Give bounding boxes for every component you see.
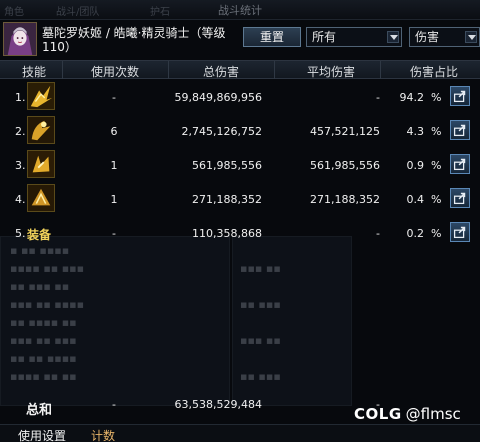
damage-share: 4.3 [406,125,425,138]
table-header: 技能 使用次数 总伤害 平均伤害 伤害占比 [0,60,480,79]
window-title: 战斗统计 [218,4,262,17]
watermark: COLG @flmsc [354,405,461,423]
total-damage: 561,985,556 [192,159,262,172]
filter-select-value: 所有 [312,30,337,44]
average-damage: 271,188,352 [310,193,380,206]
use-count: 6 [110,125,118,138]
skill-icon-4 [27,184,55,212]
use-count: 1 [110,193,118,206]
skill-icon-2 [27,116,55,144]
average-damage: - [376,227,380,240]
average-damage: - [376,91,380,104]
table-row: 1. - 59,849,869,956 - 94.2 % [0,80,480,114]
column-header-share: 伤害占比 [409,65,458,79]
percent-unit: % [431,91,442,104]
character-name: 墓陀罗妖姬 / 皓曦·精灵骑士（等级110） [42,26,226,54]
damage-share: 0.9 [406,159,425,172]
total-damage-sum: 63,538,529,484 [174,398,262,411]
character-header: 墓陀罗妖姬 / 皓曦·精灵骑士（等级110） 重置 所有 伤害 [0,20,480,56]
column-divider [274,61,275,79]
percent-unit: % [431,159,442,172]
average-damage: 561,985,556 [310,159,380,172]
column-divider [380,61,381,79]
damage-share: 0.4 [406,193,425,206]
table-row: 3. 1 561,985,556 561,985,556 0.9 % [0,148,480,182]
footer-tabs: 使用设置 计数 [0,424,480,442]
column-header-average: 平均伤害 [306,65,355,79]
metric-select-value: 伤害 [415,30,440,44]
watermark-handle: @flmsc [405,405,461,423]
total-damage: 2,745,126,752 [181,125,262,138]
table-row: 2. 6 2,745,126,752 457,521,125 4.3 % [0,114,480,148]
share-icon[interactable] [450,188,470,208]
damage-stats-window: 角色 战斗/团队 护石 战斗统计 墓陀罗妖姬 / 皓曦·精灵骑士（等级110） … [0,0,480,442]
percent-unit: % [431,193,442,206]
row-index: 4. [15,193,26,206]
share-icon[interactable] [450,120,470,140]
column-header-skill: 技能 [21,65,46,79]
chevron-down-icon [465,31,477,43]
character-portrait-icon [3,22,37,56]
percent-unit: % [431,227,442,240]
metric-select[interactable]: 伤害 [409,27,480,47]
skill-icon-1 [27,82,55,110]
watermark-brand: COLG [354,405,402,423]
total-damage: 271,188,352 [192,193,262,206]
total-use-count: - [112,398,116,411]
row-index: 5. [15,227,26,240]
total-damage: 59,849,869,956 [174,91,262,104]
percent-unit: % [431,125,442,138]
average-damage: 457,521,125 [310,125,380,138]
column-divider [62,61,63,79]
title-bar: 角色 战斗/团队 护石 战斗统计 [0,0,480,20]
column-header-total: 总伤害 [202,65,239,79]
use-count: 1 [110,159,118,172]
total-label: 总和 [26,403,53,418]
share-icon[interactable] [450,86,470,106]
tab-settings[interactable]: 使用设置 [18,427,66,442]
equipment-label: 装备 [27,228,52,242]
use-count: - [112,91,116,104]
share-icon[interactable] [450,222,470,242]
column-header-count: 使用次数 [90,65,139,79]
column-divider [168,61,169,79]
skill-icon-3 [27,150,55,178]
share-icon[interactable] [450,154,470,174]
chevron-down-icon [387,31,399,43]
filter-select[interactable]: 所有 [306,27,402,47]
row-index: 2. [15,125,26,138]
damage-share: 94.2 [399,91,425,104]
row-index: 3. [15,159,26,172]
row-index: 1. [15,91,26,104]
tab-count[interactable]: 计数 [91,427,115,442]
total-damage: 110,358,868 [192,227,262,240]
damage-share: 0.2 [406,227,425,240]
table-row: 5. 装备 - 110,358,868 - 0.2 % [0,216,480,250]
table-row: 4. 1 271,188,352 271,188,352 0.4 % [0,182,480,216]
reset-button[interactable]: 重置 [243,27,301,47]
use-count: - [112,227,116,240]
